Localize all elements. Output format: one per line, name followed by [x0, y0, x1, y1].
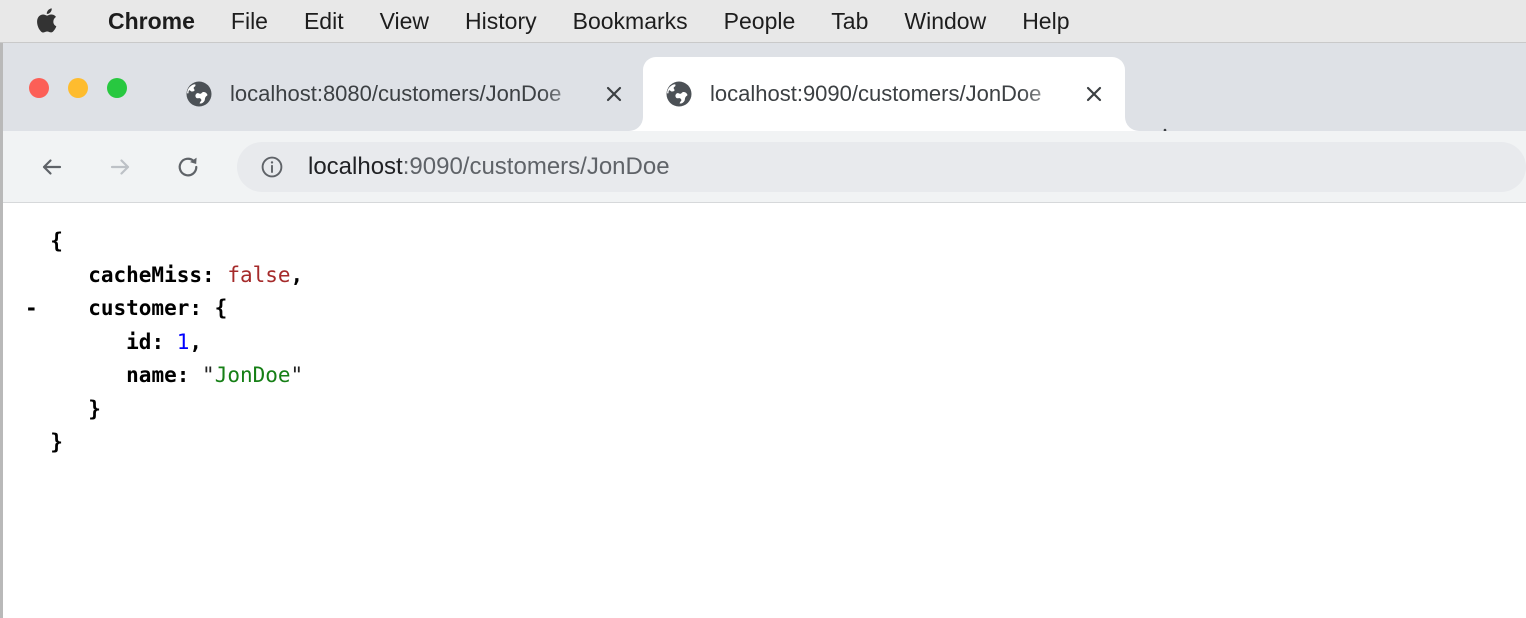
- forward-arrow-icon[interactable]: [97, 144, 143, 190]
- menu-item-chrome[interactable]: Chrome: [90, 9, 213, 33]
- menu-item-history[interactable]: History: [447, 9, 555, 33]
- json-string-value: JonDoe: [214, 363, 291, 387]
- chrome-browser-window: localhost:8080/customers/JonDoe localhos…: [0, 43, 1526, 618]
- json-num-value: 1: [176, 329, 190, 354]
- globe-icon: [665, 80, 693, 108]
- json-punct: ,: [290, 262, 304, 287]
- json-punct: :: [151, 329, 177, 354]
- json-line: - customer: {: [25, 292, 1526, 326]
- json-bool-value: false: [227, 262, 291, 287]
- menu-item-people[interactable]: People: [706, 9, 814, 33]
- url-host: localhost: [308, 152, 403, 180]
- close-window-button[interactable]: [29, 78, 49, 98]
- close-tab-icon[interactable]: [1077, 77, 1111, 111]
- json-punct: {: [50, 229, 63, 253]
- apple-logo-icon[interactable]: [36, 6, 62, 36]
- tab-corner-left: [629, 117, 643, 131]
- tab-strip: localhost:8080/customers/JonDoe localhos…: [3, 43, 1526, 148]
- json-gutter: [25, 359, 38, 393]
- url-path: :9090/customers/JonDoe: [402, 152, 670, 180]
- menu-item-edit[interactable]: Edit: [286, 9, 362, 33]
- collapse-toggle-icon[interactable]: -: [25, 292, 38, 326]
- reload-icon[interactable]: [165, 144, 211, 190]
- json-line: name: "JonDoe": [25, 359, 1526, 393]
- json-line: }: [25, 426, 1526, 460]
- json-gutter: [25, 393, 38, 427]
- browser-toolbar: localhost:9090/customers/JonDoe: [3, 131, 1526, 203]
- browser-tab-2[interactable]: localhost:9090/customers/JonDoe: [643, 57, 1125, 131]
- menu-item-view[interactable]: View: [362, 9, 447, 33]
- json-gutter: [25, 259, 38, 293]
- browser-tab-title: localhost:9090/customers/JonDoe: [710, 81, 1042, 106]
- menu-item-help[interactable]: Help: [1004, 9, 1087, 33]
- json-quote: ": [202, 363, 215, 387]
- maximize-window-button[interactable]: [107, 78, 127, 98]
- close-tab-icon[interactable]: [597, 77, 631, 111]
- menu-item-file[interactable]: File: [213, 9, 286, 33]
- menu-bar-items: Chrome File Edit View History Bookmarks People…: [90, 9, 1088, 33]
- macos-menu-bar: Chrome File Edit View History Bookmarks People…: [0, 0, 1526, 43]
- info-circle-icon[interactable]: [257, 152, 287, 182]
- minimize-window-button[interactable]: [68, 78, 88, 98]
- back-arrow-icon[interactable]: [29, 144, 75, 190]
- json-punct: :: [176, 363, 203, 387]
- json-key: cacheMiss: [88, 262, 203, 287]
- json-gutter: [25, 426, 38, 460]
- menu-item-bookmarks[interactable]: Bookmarks: [555, 9, 706, 33]
- json-key: name: [126, 363, 177, 387]
- json-punct: }: [88, 396, 101, 421]
- json-line: cacheMiss: false,: [25, 259, 1526, 293]
- json-key: customer: [88, 296, 190, 320]
- menu-item-window[interactable]: Window: [886, 9, 1004, 33]
- json-punct: :: [189, 296, 215, 320]
- json-gutter: [25, 225, 38, 259]
- json-gutter: [25, 326, 38, 360]
- browser-tab-1[interactable]: localhost:8080/customers/JonDoe: [163, 57, 645, 131]
- address-bar-url: localhost:9090/customers/JonDoe: [308, 153, 670, 181]
- json-viewer-page: { cacheMiss: false, - customer: { id: 1, …: [3, 203, 1526, 618]
- address-bar[interactable]: localhost:9090/customers/JonDoe: [237, 141, 1526, 192]
- globe-icon: [185, 80, 213, 108]
- json-line: }: [25, 393, 1526, 427]
- json-line: {: [25, 225, 1526, 259]
- browser-tab-title: localhost:8080/customers/JonDoe: [230, 81, 562, 106]
- json-tree: { cacheMiss: false, - customer: { id: 1, …: [25, 225, 1526, 460]
- json-key: id: [126, 329, 152, 354]
- window-traffic-lights: [29, 78, 127, 98]
- json-punct: ,: [189, 329, 203, 354]
- json-quote: ": [290, 363, 304, 387]
- json-punct: }: [50, 430, 63, 454]
- json-line: id: 1,: [25, 326, 1526, 360]
- json-punct-value: {: [214, 296, 228, 320]
- json-punct: :: [202, 262, 228, 287]
- menu-item-tab[interactable]: Tab: [813, 9, 886, 33]
